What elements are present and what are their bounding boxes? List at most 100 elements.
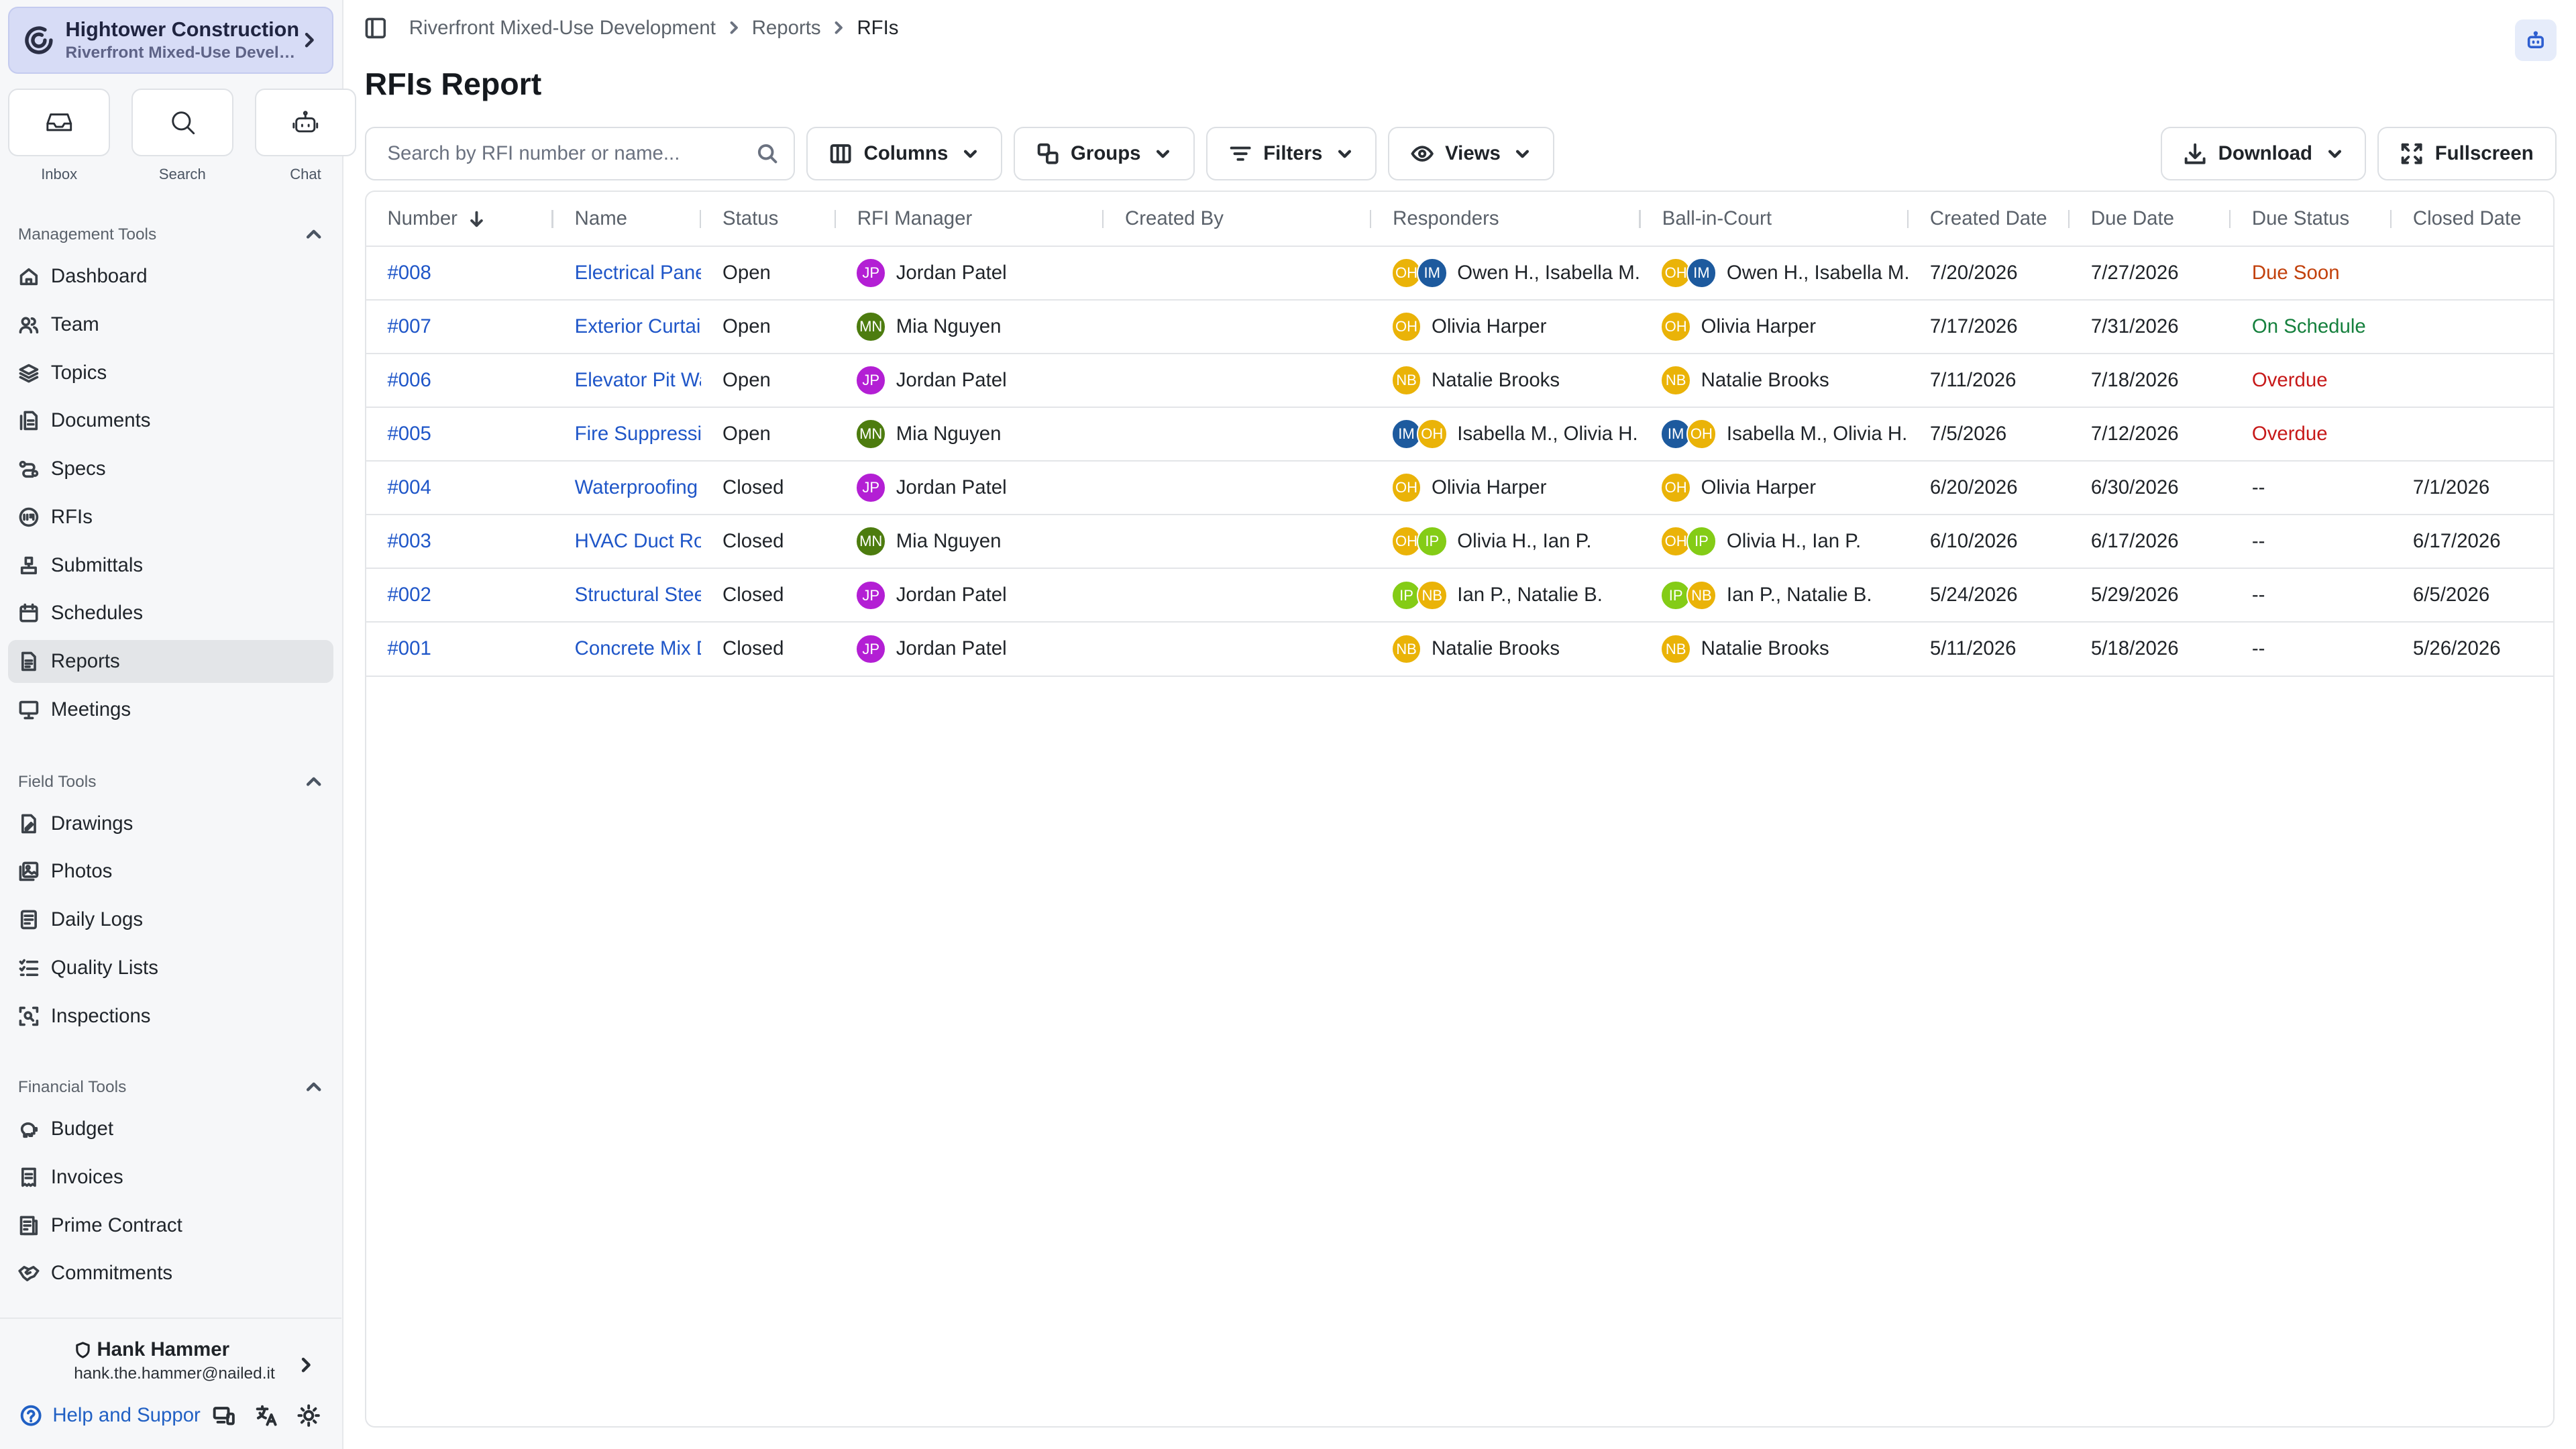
chat-button[interactable] — [254, 89, 357, 156]
rfi-number-link[interactable]: #007 — [366, 299, 553, 355]
rfi-name-link[interactable]: Structural Steel — [553, 568, 702, 623]
user-menu[interactable]: Hank Hammer hank.the.hammer@nailed.it — [74, 1338, 329, 1383]
rfi-name-link[interactable]: Electrical Panel — [553, 246, 702, 301]
sidebar-item-commitments[interactable]: Commitments — [8, 1252, 333, 1295]
person-group[interactable]: OH IP Olivia H., Ian P. — [1391, 526, 1641, 557]
sidebar-item-drawings[interactable]: Drawings — [8, 802, 333, 845]
rfi-name-link[interactable]: Elevator Pit Waterproofing — [553, 354, 702, 409]
sidebar-item-prime-contract[interactable]: Prime Contract — [8, 1204, 333, 1247]
breadcrumb-reports[interactable]: Reports — [752, 17, 821, 40]
person-group[interactable]: NB Natalie Brooks — [1660, 365, 1909, 396]
column-header-due-date[interactable]: Due Date — [2070, 192, 2231, 247]
person-group[interactable]: OH Olivia Harper — [1660, 311, 1909, 342]
person-group[interactable]: OH IM Owen H., Isabella M. — [1391, 258, 1641, 288]
column-header-responders[interactable]: Responders — [1371, 192, 1641, 247]
inbox-button[interactable] — [8, 89, 111, 156]
sidebar-item-documents[interactable]: Documents — [8, 400, 333, 443]
table-row[interactable]: #002 Structural Steel Closed JP Jordan Patel… — [366, 568, 2554, 623]
person-group[interactable]: IM OH Isabella M., Olivia H. — [1391, 419, 1641, 449]
sidebar-item-reports[interactable]: Reports — [8, 640, 334, 683]
language-icon[interactable] — [255, 1404, 278, 1427]
rfi-number-link[interactable]: #003 — [366, 515, 553, 570]
sidebar-item-topics[interactable]: Topics — [8, 352, 333, 394]
sidebar-item-rfis[interactable]: RFIs — [8, 496, 333, 539]
devices-icon[interactable] — [212, 1404, 235, 1427]
column-header-created-by[interactable]: Created By — [1104, 192, 1372, 247]
org-switcher[interactable]: Hightower Construction Riverfront Mixed-… — [8, 6, 334, 74]
column-header-status[interactable]: Status — [701, 192, 836, 247]
person-group[interactable]: OH IP Olivia H., Ian P. — [1660, 526, 1909, 557]
management-tools-header[interactable]: Management Tools — [8, 220, 333, 250]
rfi-name-link[interactable]: Fire Suppression — [553, 407, 702, 462]
table-row[interactable]: #005Fire SuppressionOpen MN Mia Nguyen IMOH… — [366, 407, 2554, 462]
column-header-name[interactable]: Name — [553, 192, 702, 247]
rfi-manager[interactable]: JP Jordan Patel — [855, 258, 1104, 288]
rfi-manager[interactable]: JP Jordan Patel — [855, 580, 1104, 611]
table-row[interactable]: #003HVAC Duct RoutingClosed MN Mia Nguyen O… — [366, 515, 2554, 570]
person-group[interactable]: IM OH Isabella M., Olivia H. — [1660, 419, 1909, 449]
rfi-manager[interactable]: JP Jordan Patel — [855, 633, 1104, 665]
sidebar-item-submittals[interactable]: Submittals — [8, 544, 333, 587]
field-tools-header[interactable]: Field Tools — [8, 767, 333, 797]
sidebar-item-daily-logs[interactable]: Daily Logs — [8, 898, 333, 941]
groups-button[interactable]: Groups — [1013, 126, 1195, 181]
assistant-button[interactable] — [2515, 19, 2557, 61]
rfi-manager[interactable]: MN Mia Nguyen — [855, 419, 1104, 449]
column-header-due-status[interactable]: Due Status — [2231, 192, 2392, 247]
person-group[interactable]: NB Natalie Brooks — [1391, 633, 1641, 665]
help-and-support-link[interactable]: Help and Support — [19, 1404, 201, 1427]
rfi-name-link[interactable]: Concrete Mix Design — [553, 622, 702, 677]
fullscreen-button[interactable]: Fullscreen — [2377, 126, 2557, 181]
table-row[interactable]: #008 Electrical Panel Open JP Jordan Patel OH… — [366, 246, 2554, 301]
rfi-manager[interactable]: MN Mia Nguyen — [855, 526, 1104, 557]
sidebar-item-specs[interactable]: Specs — [8, 447, 333, 490]
person-group[interactable]: IP NB Ian P., Natalie B. — [1660, 580, 1909, 611]
rfi-number-link[interactable]: #005 — [366, 407, 553, 462]
rfi-number-link[interactable]: #001 — [366, 622, 553, 677]
rfi-number-link[interactable]: #008 — [366, 246, 553, 301]
person-group[interactable]: OH Olivia Harper — [1660, 472, 1909, 504]
sidebar-item-invoices[interactable]: Invoices — [8, 1156, 333, 1199]
person-group[interactable]: OH IM Owen H., Isabella M. — [1660, 258, 1909, 288]
financial-tools-header[interactable]: Financial Tools — [8, 1073, 333, 1102]
sidebar-item-team[interactable]: Team — [8, 303, 333, 346]
rfi-name-link[interactable]: Exterior Curtain Wall — [553, 299, 702, 355]
column-header-number[interactable]: Number — [366, 192, 553, 247]
column-header-rfi-manager[interactable]: RFI Manager — [836, 192, 1104, 247]
search-input[interactable] — [387, 142, 756, 165]
columns-button[interactable]: Columns — [806, 126, 1002, 181]
person-group[interactable]: OH Olivia Harper — [1391, 311, 1641, 342]
sidebar-item-budget[interactable]: Budget — [8, 1108, 333, 1150]
column-header-ball-in-court[interactable]: Ball-in-Court — [1640, 192, 1909, 247]
rfi-manager[interactable]: MN Mia Nguyen — [855, 311, 1104, 342]
rfi-number-link[interactable]: #004 — [366, 461, 553, 516]
person-group[interactable]: NB Natalie Brooks — [1660, 633, 1909, 665]
table-row[interactable]: #006Elevator Pit WaterproofingOpen JP Jord… — [366, 354, 2554, 409]
rfi-name-link[interactable]: HVAC Duct Routing — [553, 515, 702, 570]
table-row[interactable]: #004 Waterproofing Closed JP Jordan Patel OH O… — [366, 461, 2554, 516]
sidebar-toggle-icon[interactable] — [365, 17, 386, 39]
person-group[interactable]: OH Olivia Harper — [1391, 472, 1641, 504]
table-row[interactable]: #001Concrete Mix DesignClosed JP Jordan Pa… — [366, 622, 2554, 677]
sidebar-item-meetings[interactable]: Meetings — [8, 688, 333, 731]
column-header-closed-date[interactable]: Closed Date — [2392, 192, 2554, 247]
person-group[interactable]: NB Natalie Brooks — [1391, 365, 1641, 396]
chevron-right-icon[interactable] — [296, 1355, 315, 1375]
rfi-manager[interactable]: JP Jordan Patel — [855, 365, 1104, 396]
rfi-number-link[interactable]: #002 — [366, 568, 553, 623]
rfi-number-link[interactable]: #006 — [366, 354, 553, 409]
breadcrumb-project[interactable]: Riverfront Mixed-Use Development — [409, 17, 716, 40]
person-group[interactable]: IP NB Ian P., Natalie B. — [1391, 580, 1641, 611]
sidebar-item-inspections[interactable]: Inspections — [8, 995, 333, 1038]
sidebar-item-dashboard[interactable]: Dashboard — [8, 255, 333, 298]
table-row[interactable]: #007Exterior Curtain WallOpen MN Mia Nguye… — [366, 299, 2554, 355]
filters-button[interactable]: Filters — [1205, 126, 1377, 181]
download-button[interactable]: Download — [2161, 126, 2367, 181]
theme-toggle-icon[interactable] — [297, 1404, 320, 1428]
rfi-manager[interactable]: JP Jordan Patel — [855, 472, 1104, 504]
search-button[interactable] — [131, 89, 233, 156]
sidebar-item-quality-lists[interactable]: Quality Lists — [8, 947, 333, 989]
views-button[interactable]: Views — [1387, 126, 1555, 181]
column-header-created-date[interactable]: Created Date — [1909, 192, 2070, 247]
rfi-name-link[interactable]: Waterproofing — [553, 461, 702, 516]
